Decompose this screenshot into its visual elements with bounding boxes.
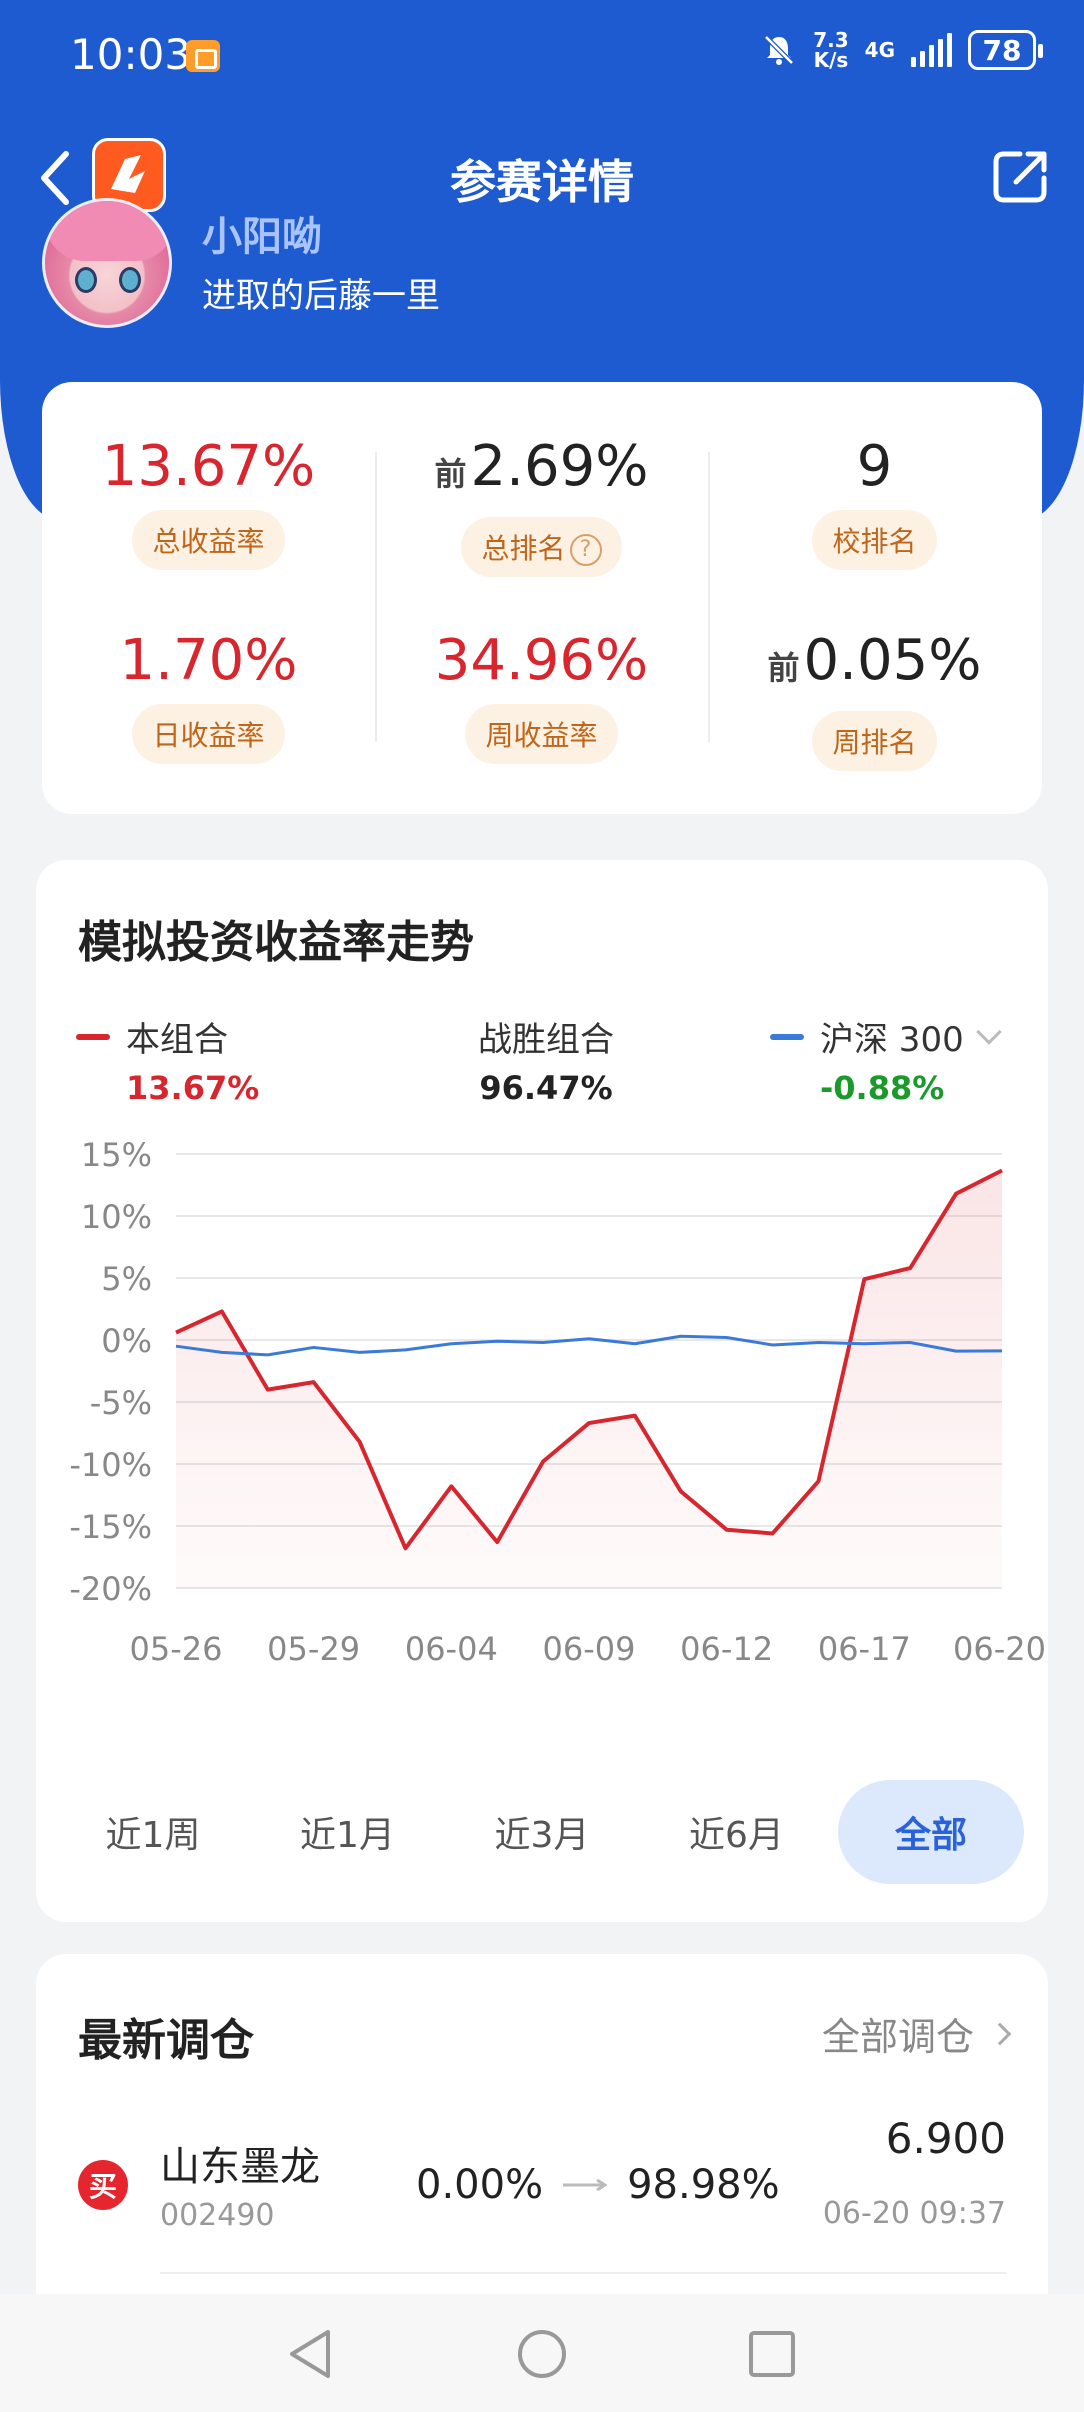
y-tick-label: -5%	[90, 1384, 152, 1422]
position-to: 98.98%	[627, 2162, 780, 2208]
total-return-value: 13.67%	[101, 434, 316, 499]
stat-total-rank[interactable]: 前2.69% 总排名?	[375, 432, 708, 577]
weekly-rank-label: 周排名	[812, 711, 937, 771]
buy-badge: 买	[78, 2160, 128, 2210]
status-time: 10:03	[70, 30, 192, 79]
y-tick-label: -10%	[69, 1446, 152, 1484]
home-nav-icon[interactable]	[512, 2324, 572, 2384]
total-rank-value: 2.69%	[470, 434, 649, 499]
legend-beat: 战胜组合 96.47%	[478, 1012, 614, 1107]
chevron-down-icon[interactable]	[975, 1018, 1002, 1045]
network-speed: 7.3 K/s	[813, 28, 849, 72]
view-all-trades-link[interactable]: 全部调仓	[822, 2006, 1012, 2061]
legend-portfolio: 本组合 13.67%	[76, 1012, 259, 1107]
chart-card: 模拟投资收益率走势 本组合 13.67% 战胜组合 96.47% 沪深 300 …	[36, 860, 1048, 1922]
y-tick-label: 15%	[81, 1136, 152, 1174]
y-tick-label: 10%	[81, 1198, 152, 1236]
range-tabs: 近1周 近1月 近3月 近6月 全部	[60, 1778, 1024, 1886]
legend-value: -0.88%	[820, 1069, 945, 1107]
x-tick-label: 06-17	[818, 1630, 911, 1668]
tab-3-months[interactable]: 近3月	[449, 1780, 635, 1884]
divider	[160, 2272, 1006, 2274]
chevron-right-icon	[988, 2022, 1012, 2045]
avatar[interactable]	[42, 198, 172, 328]
school-rank-label: 校排名	[812, 510, 937, 570]
total-return-label: 总收益率	[132, 510, 285, 570]
battery-icon: 78	[968, 30, 1043, 70]
arrow-right-icon	[563, 2179, 608, 2191]
chart-title: 模拟投资收益率走势	[78, 917, 474, 968]
back-nav-icon[interactable]	[282, 2324, 342, 2384]
x-tick-label: 06-09	[543, 1630, 636, 1668]
legend-swatch	[770, 1033, 804, 1040]
stock-name: 山东墨龙	[160, 2144, 320, 2190]
user-subtitle: 进取的后藤一里	[202, 276, 440, 316]
y-tick-label: -15%	[69, 1508, 152, 1546]
trade-price: 6.900	[885, 2114, 1006, 2163]
legend-name: 本组合	[126, 1020, 228, 1060]
legend-benchmark[interactable]: 沪深 300 -0.88%	[770, 1012, 1002, 1107]
tab-all[interactable]: 全部	[838, 1780, 1024, 1884]
weekly-rank-value: 0.05%	[803, 628, 982, 693]
notification-app-icon	[186, 40, 220, 72]
help-icon[interactable]: ?	[569, 534, 602, 566]
series-area	[176, 1170, 1002, 1588]
x-tick-label: 06-04	[405, 1630, 498, 1668]
y-tick-label: -20%	[69, 1570, 152, 1608]
status-bar: 10:03 7.3 K/s 4G 78	[0, 0, 1084, 110]
position-from: 0.00%	[416, 2162, 544, 2208]
y-tick-label: 5%	[101, 1260, 152, 1298]
weekly-return-label: 周收益率	[465, 704, 618, 764]
x-tick-label: 05-26	[130, 1630, 223, 1668]
legend-name: 战胜组合	[478, 1020, 614, 1060]
daily-return-value: 1.70%	[119, 628, 298, 693]
position-change: 0.00% 98.98%	[416, 2162, 780, 2208]
network-type: 4G	[864, 38, 895, 62]
status-indicators: 7.3 K/s 4G 78	[761, 28, 1043, 72]
y-tick-label: 0%	[101, 1322, 152, 1360]
total-rank-label[interactable]: 总排名?	[461, 517, 622, 577]
school-rank-value: 9	[856, 434, 893, 499]
stock-code: 002490	[160, 2198, 275, 2233]
tab-1-month[interactable]: 近1月	[255, 1780, 441, 1884]
stat-weekly-rank: 前0.05% 周排名	[708, 626, 1041, 771]
total-rank-prefix: 前	[434, 455, 467, 493]
x-tick-label: 06-12	[680, 1630, 773, 1668]
weekly-return-value: 34.96%	[434, 628, 649, 693]
stat-weekly-return: 34.96% 周收益率	[375, 626, 708, 764]
legend-value: 96.47%	[479, 1069, 613, 1107]
legend-swatch	[76, 1033, 110, 1040]
return-trend-chart[interactable]: 15% 10% 5% 0% -5% -10% -15% -20% 05-26 05-29 06-04…	[36, 1110, 1048, 1690]
mute-bell-icon	[764, 35, 794, 65]
legend-name: 沪深 300	[820, 1020, 964, 1060]
weekly-rank-prefix: 前	[767, 649, 800, 687]
stat-daily-return: 1.70% 日收益率	[42, 626, 375, 764]
trade-time: 06-20 09:37	[822, 2196, 1006, 2231]
share-icon[interactable]	[990, 146, 1052, 208]
daily-return-label: 日收益率	[132, 704, 285, 764]
x-tick-label: 05-29	[267, 1630, 360, 1668]
stat-total-return: 13.67% 总收益率	[42, 432, 375, 570]
system-nav-bar	[0, 2294, 1084, 2412]
trades-title: 最新调仓	[78, 2015, 254, 2066]
tab-1-week[interactable]: 近1周	[60, 1780, 246, 1884]
legend-value: 13.67%	[126, 1069, 260, 1107]
stat-school-rank: 9 校排名	[708, 432, 1041, 570]
signal-icon	[911, 33, 952, 67]
user-name: 小阳呦	[202, 214, 322, 260]
stats-card: 13.67% 总收益率 前2.69% 总排名? 9 校排名 1.70% 日收益率…	[42, 382, 1042, 814]
recents-nav-icon[interactable]	[742, 2324, 802, 2384]
tab-6-months[interactable]: 近6月	[644, 1780, 830, 1884]
x-tick-label: 06-20	[953, 1630, 1046, 1668]
